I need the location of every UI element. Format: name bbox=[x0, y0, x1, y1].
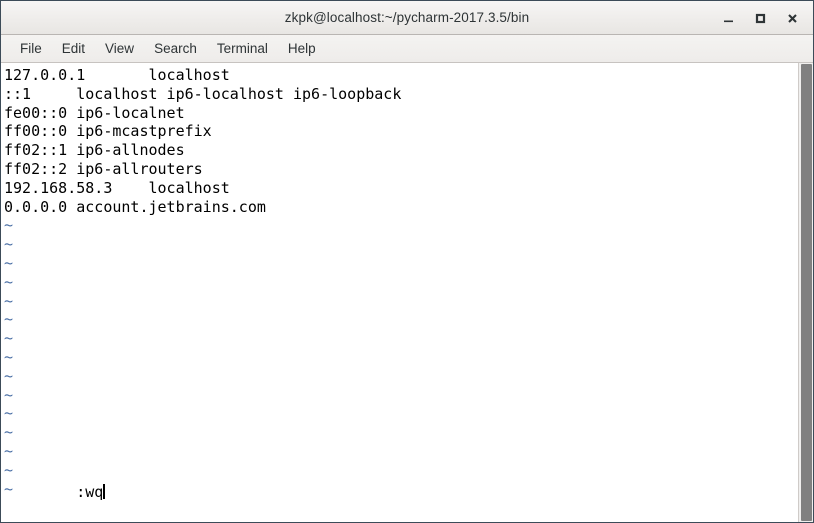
vim-empty-line-marker: ~ bbox=[4, 441, 14, 460]
terminal-text-line: ff02::2 ip6-allrouters bbox=[4, 159, 203, 178]
vim-empty-line-marker: ~ bbox=[4, 329, 14, 348]
close-button[interactable] bbox=[777, 4, 807, 32]
vim-empty-line-marker: ~ bbox=[4, 479, 14, 498]
menu-item-view[interactable]: View bbox=[95, 39, 144, 58]
terminal-text-line: 0.0.0.0 account.jetbrains.com bbox=[4, 197, 266, 216]
window-controls bbox=[713, 1, 807, 35]
vim-empty-line-marker: ~ bbox=[4, 366, 14, 385]
terminal-text-line: ff02::1 ip6-allnodes bbox=[4, 141, 185, 160]
minimize-icon bbox=[722, 12, 735, 25]
menu-item-file[interactable]: File bbox=[10, 39, 52, 58]
close-icon bbox=[786, 12, 799, 25]
vim-status-line: :wq bbox=[4, 465, 106, 521]
vim-empty-line-marker: ~ bbox=[4, 423, 14, 442]
maximize-button[interactable] bbox=[745, 4, 775, 32]
vim-empty-line-marker: ~ bbox=[4, 272, 14, 291]
vim-empty-line-marker: ~ bbox=[4, 347, 14, 366]
terminal-area: 127.0.0.1 localhost::1 localhost ip6-loc… bbox=[1, 63, 813, 522]
vim-empty-line-marker: ~ bbox=[4, 253, 14, 272]
terminal-scrollbar[interactable] bbox=[798, 63, 813, 522]
vim-empty-line-marker: ~ bbox=[4, 235, 14, 254]
terminal-text-line: ff00::0 ip6-mcastprefix bbox=[4, 122, 212, 141]
menu-item-edit[interactable]: Edit bbox=[52, 39, 95, 58]
terminal-window: zkpk@localhost:~/pycharm-2017.3.5/bin Fi… bbox=[0, 0, 814, 523]
vim-command-text: :wq bbox=[76, 483, 104, 502]
window-title: zkpk@localhost:~/pycharm-2017.3.5/bin bbox=[284, 10, 530, 25]
terminal-text-line: 127.0.0.1 localhost bbox=[4, 66, 230, 84]
minimize-button[interactable] bbox=[713, 4, 743, 32]
vim-empty-line-marker: ~ bbox=[4, 310, 14, 329]
vim-empty-line-marker: ~ bbox=[4, 404, 14, 423]
vim-empty-line-marker: ~ bbox=[4, 385, 14, 404]
vim-empty-line-marker: ~ bbox=[4, 291, 14, 310]
menu-item-terminal[interactable]: Terminal bbox=[207, 39, 278, 58]
menu-item-help[interactable]: Help bbox=[278, 39, 326, 58]
vim-empty-line-marker: ~ bbox=[4, 460, 14, 479]
maximize-icon bbox=[754, 12, 767, 25]
terminal-text-line: ::1 localhost ip6-localhost ip6-loopback bbox=[4, 84, 402, 103]
vim-empty-line-marker: ~ bbox=[4, 216, 14, 235]
terminal-text-line: fe00::0 ip6-localnet bbox=[4, 103, 185, 122]
titlebar[interactable]: zkpk@localhost:~/pycharm-2017.3.5/bin bbox=[1, 1, 813, 35]
terminal-text-line: 192.168.58.3 localhost bbox=[4, 178, 230, 197]
text-cursor bbox=[103, 484, 106, 500]
scrollbar-thumb[interactable] bbox=[801, 64, 812, 521]
terminal-screen[interactable]: 127.0.0.1 localhost::1 localhost ip6-loc… bbox=[1, 63, 798, 522]
menu-item-search[interactable]: Search bbox=[144, 39, 207, 58]
menubar: File Edit View Search Terminal Help bbox=[1, 35, 813, 63]
